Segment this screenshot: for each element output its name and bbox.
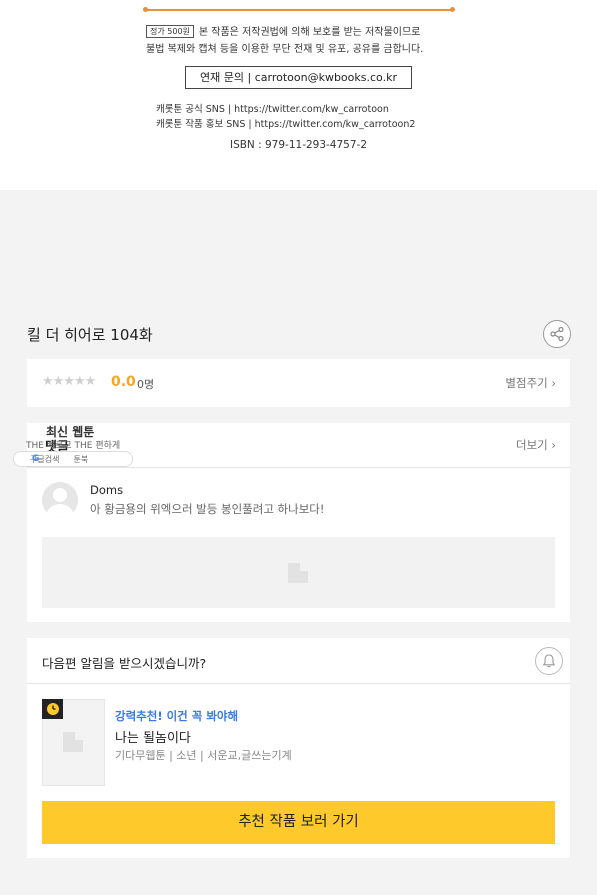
recommendation-tag: 강력추천! 이건 꼭 봐야해	[115, 709, 239, 723]
next-episode-card: 다음편 알림을 받으시겠습니까? 강력추천! 이건 꼭 봐야해 나는 될놈이다 …	[27, 638, 570, 858]
recommendation-title[interactable]: 나는 될놈이다	[115, 727, 191, 746]
sns-official: 캐롯툰 공식 SNS | https://twitter.com/kw_carr…	[156, 104, 389, 115]
share-icon	[550, 326, 564, 342]
rating-score: 0.0	[111, 374, 136, 390]
overlay-search-pill[interactable]: G 구글검색 툰북	[13, 451, 133, 467]
next-alert-question: 다음편 알림을 받으시겠습니까?	[42, 656, 207, 671]
contact-box: 연재 문의 | carrotoon@kwbooks.co.kr	[185, 66, 412, 89]
copyright-notice-line1: 정가 500원 본 작품은 저작권법에 의해 보호를 받는 저작물이므로	[146, 23, 420, 38]
rate-button[interactable]: 별점주기 ›	[505, 375, 556, 391]
comment-text: 아 황금용의 위엑으러 발등 봉인풀려고 하나보다!	[90, 502, 325, 516]
image-placeholder-icon	[288, 563, 308, 583]
clock-icon	[46, 703, 59, 715]
view-recommendations-button[interactable]: 추천 작품 보러 가기	[42, 801, 555, 844]
share-button[interactable]	[543, 320, 571, 348]
rating-card: ★★★★★ 0.0 0명 별점주기 ›	[27, 359, 570, 407]
google-icon: G	[32, 454, 40, 464]
avatar	[42, 482, 78, 518]
overlay-subtitle: THE 빠르고 THE 편하게	[26, 441, 121, 451]
sns-works: 캐롯툰 작품 홍보 SNS | https://twitter.com/kw_c…	[156, 119, 416, 130]
recommendation-meta: 기다무웹툰 | 소년 | 서운교,글쓰는기계	[115, 749, 292, 762]
copyright-panel: 정가 500원 본 작품은 저작권법에 의해 보호를 받는 저작물이므로 불법 복…	[0, 0, 597, 190]
toonbook-label[interactable]: 툰북	[73, 454, 88, 465]
copyright-notice-line2: 불법 복제와 캡쳐 등을 이용한 무단 전재 및 유포, 공유를 금합니다.	[146, 44, 424, 55]
isbn: ISBN : 979-11-293-4757-2	[229, 139, 368, 151]
image-placeholder-icon	[63, 732, 83, 752]
divider-line	[143, 7, 455, 12]
comment-author: Doms	[90, 483, 124, 497]
viewer-page: 정가 500원 본 작품은 저작권법에 의해 보호를 받는 저작물이므로 불법 복…	[0, 0, 597, 895]
rating-stars[interactable]: ★★★★★	[42, 374, 96, 389]
notice-text-1: 본 작품은 저작권법에 의해 보호를 받는 저작물이므로	[198, 27, 421, 38]
rating-count: 0명	[137, 378, 155, 391]
comment-image-placeholder[interactable]	[42, 537, 555, 608]
comments-more-link[interactable]: 더보기 ›	[516, 437, 556, 453]
bell-icon	[542, 654, 556, 668]
next-alert-header: 다음편 알림을 받으시겠습니까?	[27, 638, 570, 684]
price-label: 정가 500원	[146, 25, 194, 38]
clock-badge	[42, 699, 63, 719]
episode-title: 킬 더 히어로 104화	[27, 326, 153, 344]
notification-bell-button[interactable]	[535, 647, 563, 675]
